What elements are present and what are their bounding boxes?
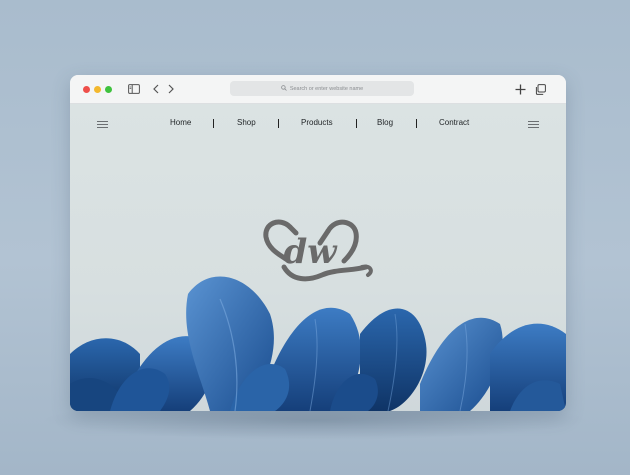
web-page: Home Shop Products Blog Contract dw — [70, 104, 566, 411]
browser-window: Search or enter website name Home Shop P… — [70, 75, 566, 411]
chevron-right-icon[interactable] — [164, 81, 178, 97]
nav-separator — [356, 119, 358, 128]
minimize-window-button[interactable] — [94, 86, 101, 93]
search-icon — [281, 84, 287, 93]
nav-separator — [213, 119, 215, 128]
close-window-button[interactable] — [83, 86, 90, 93]
menu-icon-left[interactable] — [97, 121, 108, 128]
nav-separator — [416, 119, 418, 128]
nav-item-home[interactable]: Home — [170, 118, 191, 127]
chevron-left-icon[interactable] — [149, 81, 163, 97]
browser-toolbar: Search or enter website name — [70, 75, 566, 104]
address-bar[interactable]: Search or enter website name — [230, 81, 414, 96]
nav-separator — [278, 119, 280, 128]
nav-item-shop[interactable]: Shop — [237, 118, 256, 127]
nav-item-products[interactable]: Products — [301, 118, 333, 127]
address-bar-placeholder: Search or enter website name — [289, 85, 364, 92]
sidebar-icon[interactable] — [127, 81, 141, 97]
maximize-window-button[interactable] — [105, 86, 112, 93]
site-nav: Home Shop Products Blog Contract — [70, 116, 566, 132]
plus-icon[interactable] — [513, 81, 527, 97]
nav-item-contract[interactable]: Contract — [439, 118, 469, 127]
blue-petals-image — [70, 276, 566, 411]
menu-icon-right[interactable] — [528, 121, 539, 128]
nav-item-blog[interactable]: Blog — [377, 118, 393, 127]
tabs-icon[interactable] — [533, 81, 547, 97]
